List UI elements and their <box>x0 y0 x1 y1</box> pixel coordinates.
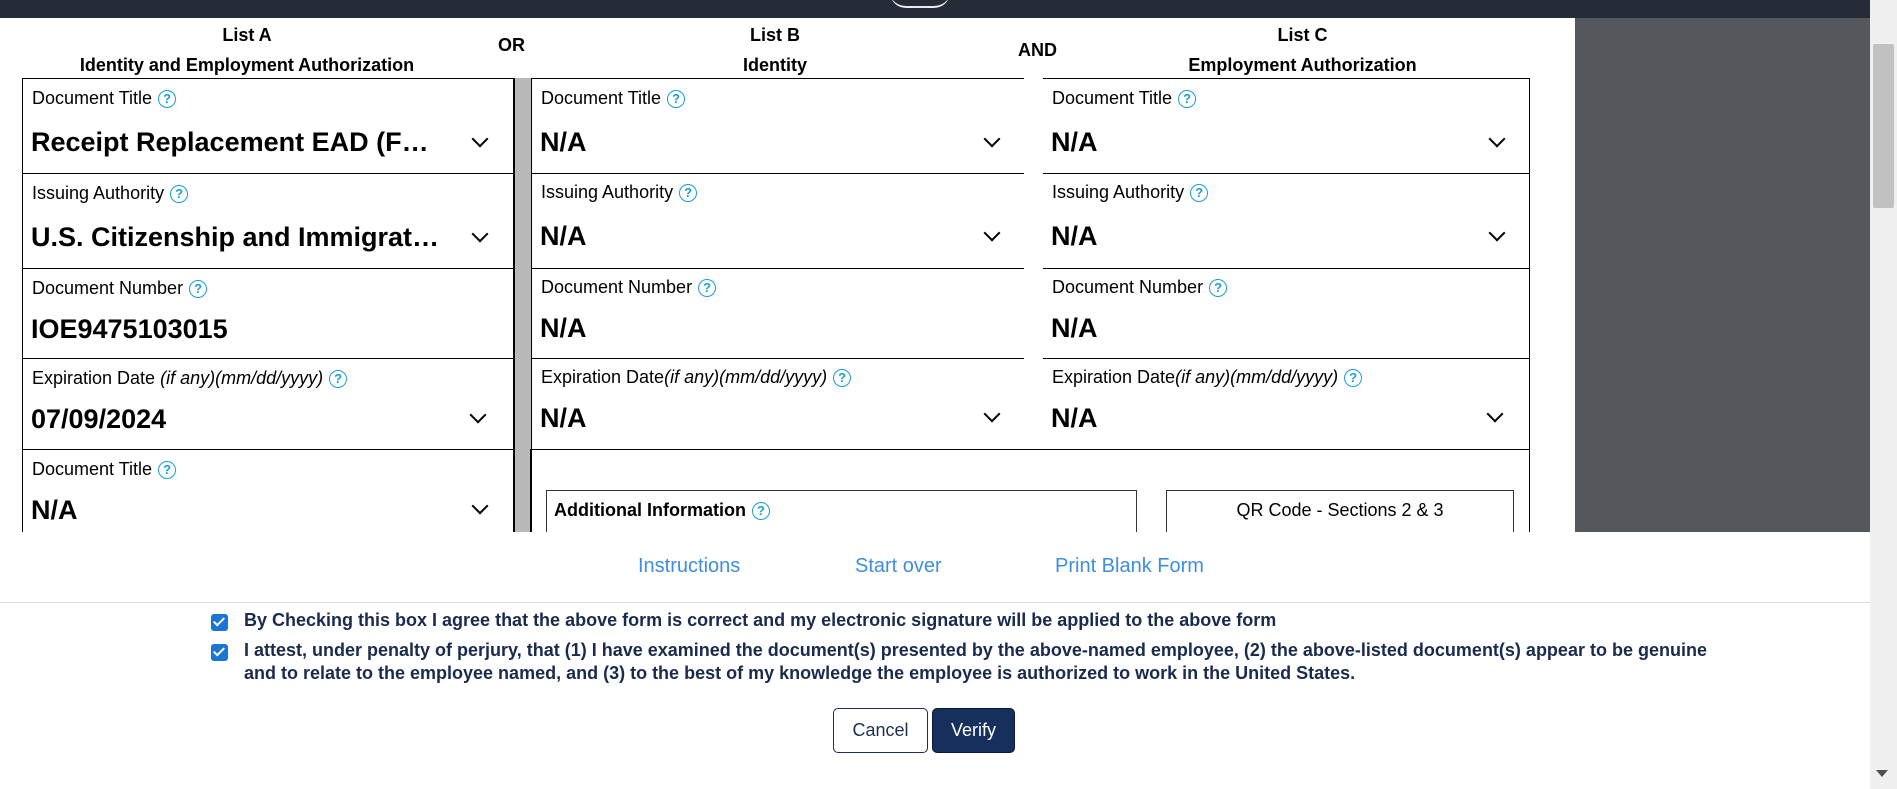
list-c-header: List C Employment Authorization <box>1170 20 1435 80</box>
section-divider <box>0 602 1870 603</box>
issuing-authority-label: Issuing Authority? <box>541 182 698 203</box>
chevron-down-icon[interactable] <box>1488 130 1506 148</box>
start-over-link[interactable]: Start over <box>855 555 942 578</box>
list-b-document-number-field[interactable]: Document Number? N/A <box>532 268 1024 359</box>
list-b-subtitle: Identity <box>742 55 807 75</box>
help-icon[interactable]: ? <box>1178 89 1197 108</box>
form-section-2-documents: List A Identity and Employment Authoriza… <box>0 18 1575 532</box>
list-c-document-number-value: N/A <box>1051 313 1098 343</box>
help-icon[interactable]: ? <box>1344 368 1363 387</box>
expiration-date-label: Expiration Date (if any)(mm/dd/yyyy)? <box>1052 367 1363 388</box>
right-side-panel <box>1575 18 1870 532</box>
issuing-authority-label: Issuing Authority? <box>32 183 189 204</box>
list-c-document-title-value: N/A <box>1051 127 1098 157</box>
top-header-bar <box>0 0 1870 18</box>
chevron-down-icon[interactable] <box>469 406 487 424</box>
list-c-document-title-field[interactable]: Document Title? N/A <box>1043 78 1530 174</box>
help-icon[interactable]: ? <box>698 278 717 297</box>
attest-checkbox-label-line1: I attest, under penalty of perjury, that… <box>244 640 1707 660</box>
list-c-subtitle: Employment Authorization <box>1188 55 1417 75</box>
help-icon[interactable]: ? <box>833 368 852 387</box>
chevron-down-icon[interactable] <box>471 225 489 243</box>
qr-code-box: QR Code - Sections 2 & 3 <box>1166 490 1514 532</box>
list-b-issuing-authority-value: N/A <box>540 221 587 251</box>
verify-button[interactable]: Verify <box>932 708 1015 753</box>
list-a-expiration-date-field[interactable]: Expiration Date (if any)(mm/dd/yyyy)? 07… <box>22 358 514 450</box>
list-a-title: List A <box>222 25 272 45</box>
chevron-down-icon[interactable] <box>983 224 1001 242</box>
list-c-expiration-date-value: N/A <box>1051 403 1098 433</box>
list-b-issuing-authority-field[interactable]: Issuing Authority? N/A <box>532 173 1024 269</box>
expiration-date-label: Expiration Date (if any)(mm/dd/yyyy)? <box>541 367 852 388</box>
chevron-down-icon[interactable] <box>471 130 489 148</box>
cancel-button[interactable]: Cancel <box>833 708 928 753</box>
list-c-issuing-authority-value: N/A <box>1051 221 1098 251</box>
list-b-document-title-value: N/A <box>540 127 587 157</box>
help-icon[interactable]: ? <box>158 460 177 479</box>
list-a-document-number-field[interactable]: Document Number? IOE9475103015 <box>22 268 514 359</box>
list-b-title: List B <box>749 25 800 45</box>
scroll-down-arrow-icon[interactable] <box>1876 770 1888 777</box>
expiration-date-label: Expiration Date (if any)(mm/dd/yyyy)? <box>32 368 348 389</box>
list-c-issuing-authority-field[interactable]: Issuing Authority? N/A <box>1043 173 1530 269</box>
help-icon[interactable]: ? <box>667 89 686 108</box>
additional-information-label: Additional Information? <box>554 500 770 521</box>
list-a-document-title-value: Receipt Replacement EAD (Form I-766) <box>31 127 441 157</box>
document-number-label: Document Number? <box>32 278 208 299</box>
document-title-label: Document Title? <box>1052 88 1197 109</box>
instructions-link[interactable]: Instructions <box>638 555 740 578</box>
help-icon[interactable]: ? <box>189 279 208 298</box>
and-separator: AND <box>1018 40 1057 60</box>
list-a-document-title-field[interactable]: Document Title? Receipt Replacement EAD … <box>22 78 514 174</box>
attest-checkbox-label-line2: and to relate to the employee named, and… <box>244 663 1356 683</box>
chevron-down-icon[interactable] <box>471 497 489 515</box>
help-icon[interactable]: ? <box>329 369 348 388</box>
document-title-label: Document Title? <box>32 88 177 109</box>
document-title-label: Document Title? <box>32 459 177 480</box>
help-icon[interactable]: ? <box>170 184 189 203</box>
list-b-document-title-field[interactable]: Document Title? N/A <box>532 78 1024 174</box>
or-separator: OR <box>498 35 525 55</box>
chevron-down-icon[interactable] <box>983 130 1001 148</box>
list-b-document-number-value: N/A <box>540 313 587 343</box>
additional-information-box[interactable]: Additional Information? <box>546 490 1137 532</box>
list-c-expiration-date-field[interactable]: Expiration Date (if any)(mm/dd/yyyy)? N/A <box>1043 358 1530 450</box>
chevron-down-icon[interactable] <box>1488 224 1506 242</box>
list-c-title: List C <box>1277 25 1328 45</box>
list-a-subtitle: Identity and Employment Authorization <box>79 55 415 75</box>
agree-checkbox[interactable] <box>211 614 228 631</box>
list-a-issuing-authority-field[interactable]: Issuing Authority? U.S. Citizenship and … <box>22 173 514 269</box>
list-b-expiration-date-value: N/A <box>540 403 587 433</box>
list-c-document-number-field[interactable]: Document Number? N/A <box>1043 268 1530 359</box>
print-blank-form-link[interactable]: Print Blank Form <box>1055 555 1204 578</box>
list-a-document-number-value: IOE9475103015 <box>31 314 228 344</box>
list-b-header: List B Identity <box>575 20 975 80</box>
list-a-document-title-2-field[interactable]: Document Title? N/A <box>22 449 514 532</box>
scrollbar-thumb[interactable] <box>1873 44 1894 208</box>
list-a-issuing-authority-value: U.S. Citizenship and Immigration Service… <box>31 222 441 252</box>
list-a-document-title-2-value: N/A <box>31 495 78 525</box>
issuing-authority-label: Issuing Authority? <box>1052 182 1209 203</box>
list-a-expiration-date-value: 07/09/2024 <box>31 404 167 434</box>
agree-checkbox-label: By Checking this box I agree that the ab… <box>244 610 1277 630</box>
list-a-header: List A Identity and Employment Authoriza… <box>22 20 472 80</box>
document-number-label: Document Number? <box>541 277 717 298</box>
help-icon[interactable]: ? <box>1209 278 1228 297</box>
document-number-label: Document Number? <box>1052 277 1228 298</box>
help-icon[interactable]: ? <box>679 183 698 202</box>
help-icon[interactable]: ? <box>1190 183 1209 202</box>
logo-icon <box>890 0 950 8</box>
document-title-label: Document Title? <box>541 88 686 109</box>
help-icon[interactable]: ? <box>751 501 770 520</box>
chevron-down-icon[interactable] <box>983 405 1001 423</box>
chevron-down-icon[interactable] <box>1486 405 1504 423</box>
help-icon[interactable]: ? <box>158 89 177 108</box>
attest-checkbox[interactable] <box>211 644 228 661</box>
list-b-expiration-date-field[interactable]: Expiration Date (if any)(mm/dd/yyyy)? N/A <box>532 358 1024 450</box>
